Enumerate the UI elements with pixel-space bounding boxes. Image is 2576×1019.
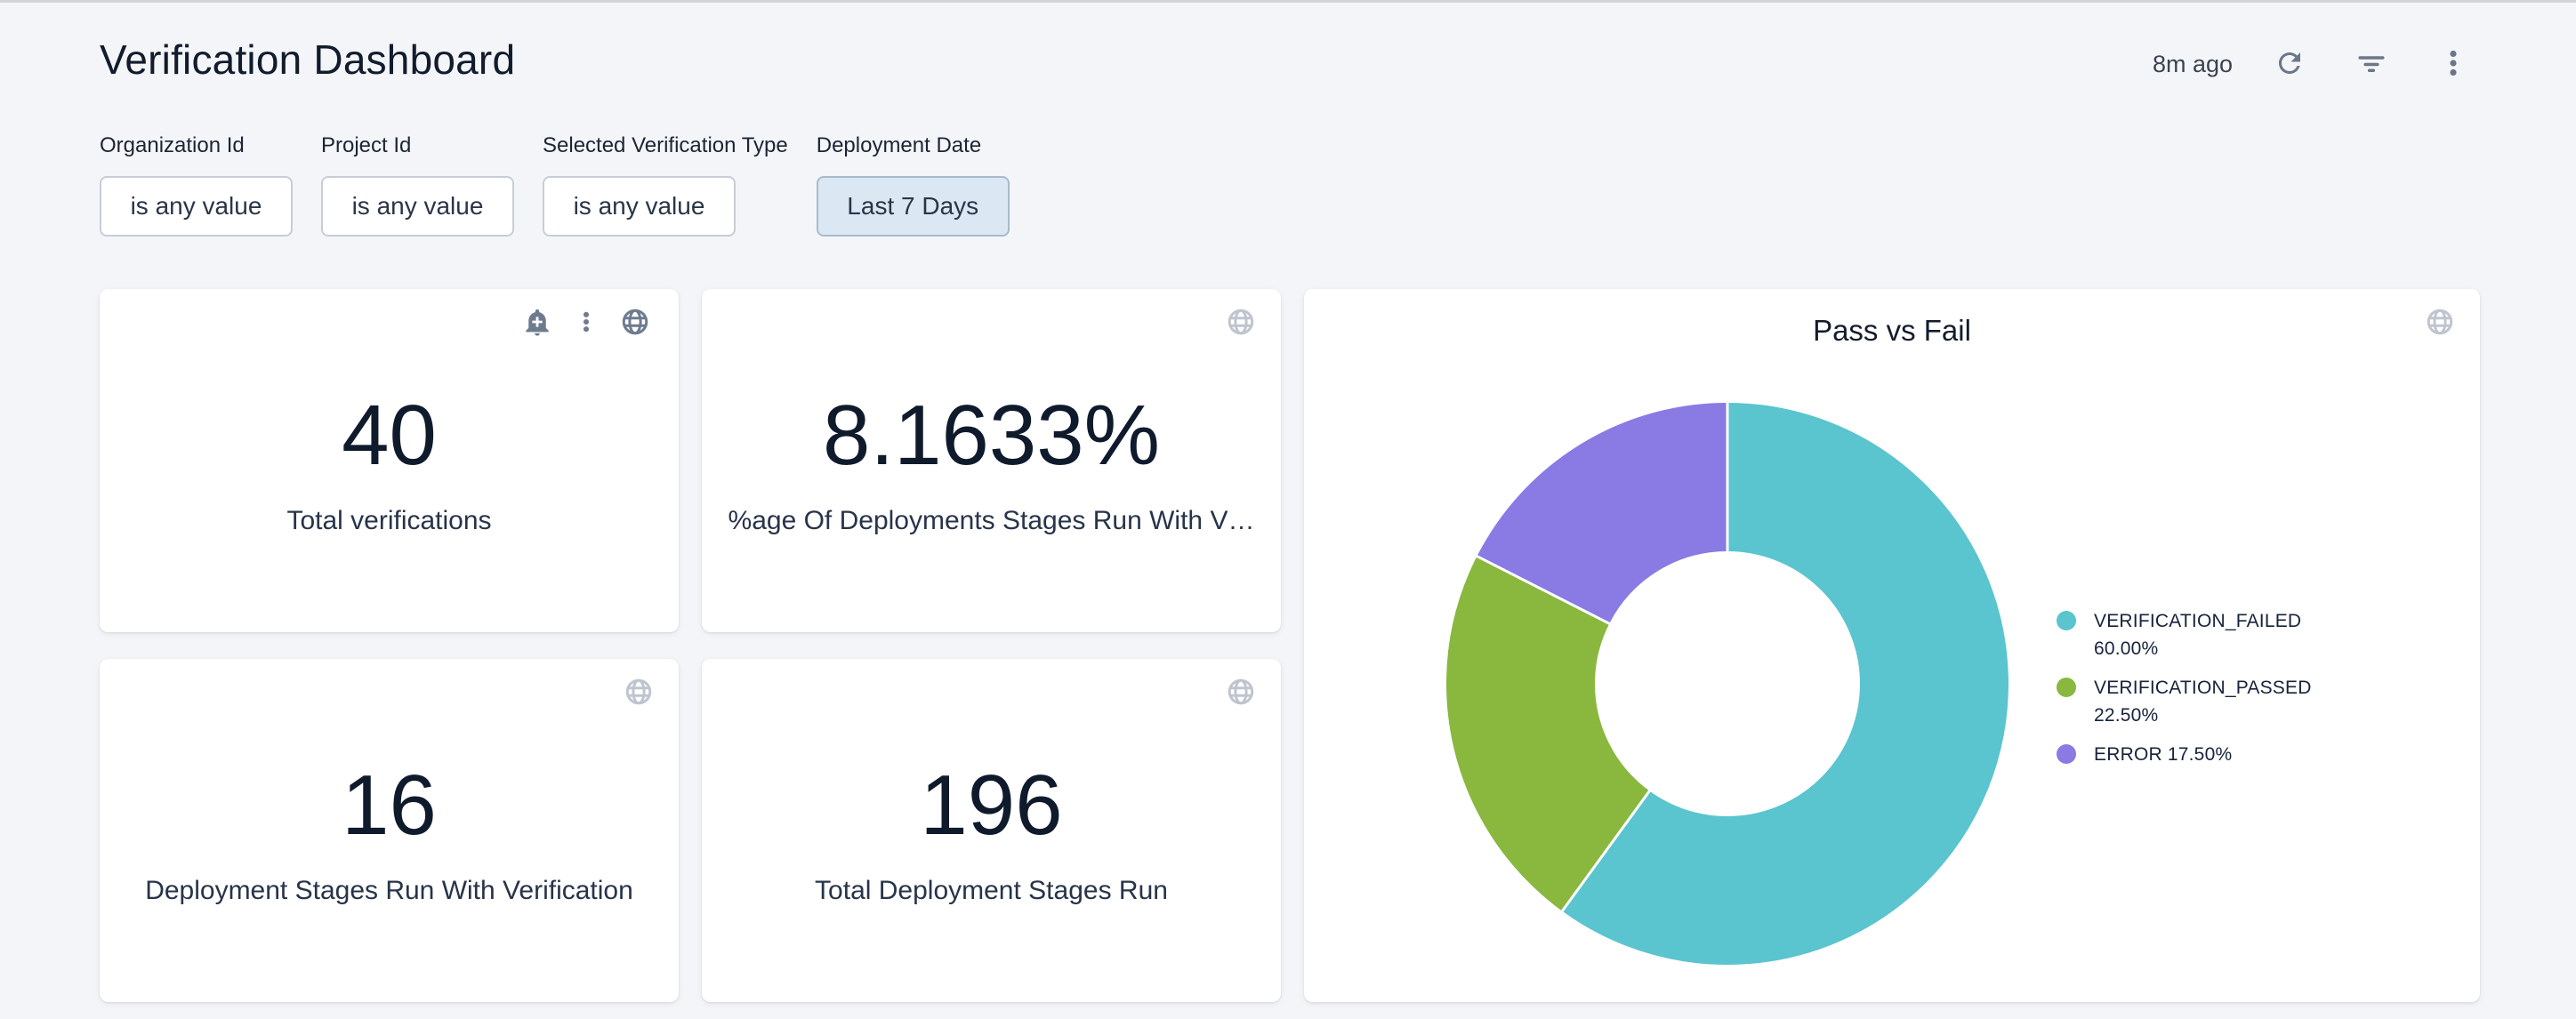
last-refresh-timestamp: 8m ago [2153,51,2233,78]
tile-content: 196 Total Deployment Stages Run [702,763,1281,907]
legend-label: VERIFICATION_PASSED 22.50% [2094,674,2323,729]
chart-legend: VERIFICATION_FAILED 60.00% VERIFICATION_… [2057,607,2323,768]
tile-label: Total verifications [286,505,491,537]
refresh-button[interactable] [2272,46,2307,82]
kebab-menu-icon [2437,47,2469,82]
dashboard-grid: 40 Total verifications 8.1633% %age Of D… [100,289,2480,1002]
chart-title: Pass vs Fail [1304,314,2480,348]
globe-icon[interactable] [624,677,654,707]
page-title: Verification Dashboard [100,36,515,84]
filter-label: Project Id [321,133,514,158]
legend-item-verification-passed[interactable]: VERIFICATION_PASSED 22.50% [2057,674,2323,729]
tile-value: 16 [342,763,437,848]
filter-label: Deployment Date [817,133,1010,158]
filter-value-chip[interactable]: is any value [543,176,736,237]
tile-deployment-stages-run-with-verification: 16 Deployment Stages Run With Verificati… [100,659,679,1002]
globe-icon[interactable] [1226,307,1256,337]
tile-value: 196 [920,763,1062,848]
tile-total-verifications: 40 Total verifications [100,289,679,632]
tile-value: 8.1633% [823,393,1160,478]
header-actions: 8m ago [2153,46,2471,82]
legend-dot [2057,611,2076,630]
tile-more-kebab-icon[interactable] [574,309,599,334]
legend-label: ERROR 17.50% [2094,741,2232,768]
filter-selected-verification-type: Selected Verification Type is any value [543,133,788,237]
legend-item-verification-failed[interactable]: VERIFICATION_FAILED 60.00% [2057,607,2323,662]
legend-dot [2057,678,2076,697]
tile-total-deployment-stages-run: 196 Total Deployment Stages Run [702,659,1281,1002]
add-alert-bell-icon[interactable] [522,307,552,337]
filter-bar: Organization Id is any value Project Id … [100,133,1010,237]
tile-label: Deployment Stages Run With Verification [145,875,633,907]
filter-value-chip[interactable]: is any value [321,176,514,237]
dashboard-more-actions-button[interactable] [2435,46,2471,82]
dashboard-filters-button[interactable] [2354,46,2389,82]
tile-pct-deployment-stages-with-verification: 8.1633% %age Of Deployments Stages Run W… [702,289,1281,632]
filter-value-chip[interactable]: Last 7 Days [817,176,1010,237]
chart-card-pass-vs-fail: Pass vs Fail VERIFICATION_FAILED 60.00% … [1304,289,2480,1002]
filter-label: Organization Id [100,133,293,158]
legend-label: VERIFICATION_FAILED 60.00% [2094,607,2323,662]
filter-label: Selected Verification Type [543,133,788,158]
tile-label: %age Of Deployments Stages Run With V… [729,505,1255,537]
filter-project-id: Project Id is any value [321,133,514,237]
legend-dot [2057,744,2076,764]
globe-icon[interactable] [2425,307,2455,337]
tile-content: 40 Total verifications [100,393,679,537]
globe-icon[interactable] [620,307,650,337]
tile-label: Total Deployment Stages Run [815,875,1168,907]
filter-icon [2355,47,2387,82]
filter-deployment-date: Deployment Date Last 7 Days [817,133,1010,237]
tile-content: 8.1633% %age Of Deployments Stages Run W… [702,393,1281,537]
legend-item-error[interactable]: ERROR 17.50% [2057,741,2323,768]
globe-icon[interactable] [1226,677,1256,707]
tile-actions [522,307,650,337]
filter-organization-id: Organization Id is any value [100,133,293,237]
tile-content: 16 Deployment Stages Run With Verificati… [100,763,679,907]
refresh-icon [2274,47,2306,82]
tile-value: 40 [342,393,437,478]
filter-value-chip[interactable]: is any value [100,176,293,237]
donut-chart[interactable] [1434,390,2021,977]
top-border-line [0,0,2576,3]
